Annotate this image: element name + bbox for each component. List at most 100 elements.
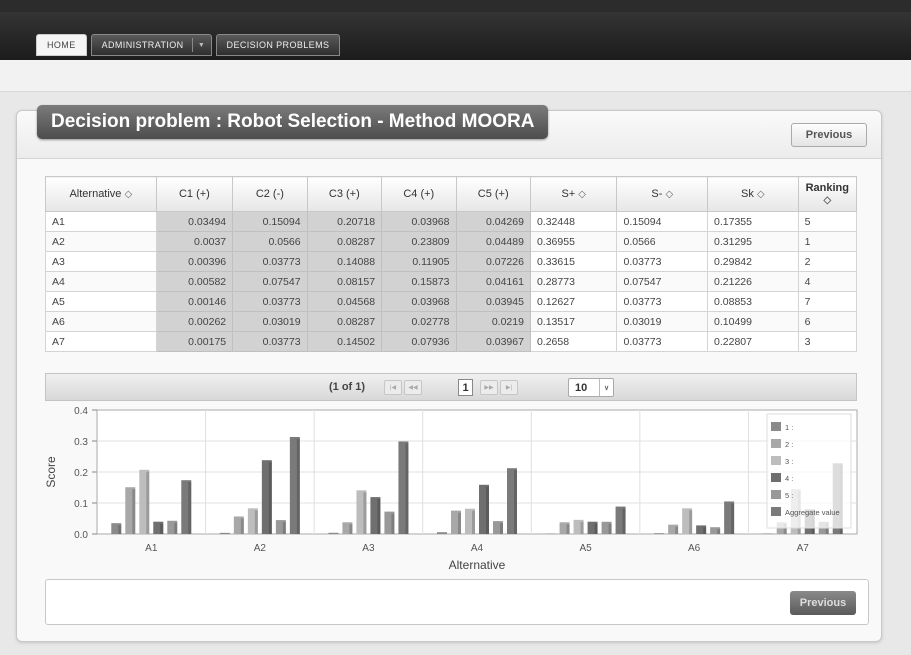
bar-shadow	[608, 523, 612, 534]
sort-icon[interactable]: ◇	[125, 189, 133, 200]
table-cell: 0.0566	[232, 231, 308, 252]
table-cell: 0.20718	[306, 211, 383, 232]
legend-swatch	[771, 456, 781, 465]
column-header[interactable]: C5 (+)	[455, 176, 531, 212]
chevron-down-icon[interactable]: ▼	[197, 42, 207, 49]
x-tick-label: A5	[579, 543, 592, 554]
column-header[interactable]: S- ◇	[616, 176, 709, 212]
column-header-label: S-	[651, 188, 663, 200]
legend-label: 2 :	[785, 440, 793, 449]
bar	[437, 532, 447, 534]
column-header-label: S+	[561, 188, 576, 200]
column-header[interactable]: Sk ◇	[707, 176, 799, 212]
table-row[interactable]: A4 0.00582 0.07547 0.08157 0.15873 0.04161 0.2…	[45, 271, 858, 292]
x-tick-label: A2	[254, 543, 267, 554]
table-cell: 0.03773	[232, 291, 308, 312]
table-cell: 0.03773	[616, 251, 709, 272]
table-cell: 0.15094	[232, 211, 308, 232]
nav-separator	[191, 38, 193, 52]
y-tick-label: 0.4	[74, 406, 88, 417]
column-header[interactable]: C2 (-)	[232, 176, 308, 212]
table-cell: 0.21226	[707, 271, 799, 292]
x-tick-label: A7	[797, 543, 810, 554]
sort-icon[interactable]: ◇	[757, 189, 765, 200]
y-tick-label: 0.3	[74, 437, 88, 448]
legend-swatch	[771, 439, 781, 448]
x-tick-label: A3	[362, 543, 375, 554]
bar-shadow	[566, 524, 570, 534]
table-row[interactable]: A6 0.00262 0.03019 0.08287 0.02778 0.0219 0.13…	[45, 311, 858, 332]
table-cell: 0.11905	[381, 251, 457, 272]
table-cell: 0.03968	[381, 291, 457, 312]
bar-shadow	[675, 526, 679, 534]
sort-icon[interactable]: ◇	[665, 189, 673, 200]
table-cell: 0.00396	[155, 251, 234, 272]
column-header[interactable]: S+ ◇	[529, 176, 618, 212]
bar-shadow	[377, 499, 381, 534]
table-cell: 0.32448	[529, 211, 618, 232]
table-cell: 0.15094	[616, 211, 709, 232]
table-cell: 2	[797, 251, 858, 272]
table-row[interactable]: A5 0.00146 0.03773 0.04568 0.03968 0.03945 0.1…	[45, 291, 858, 312]
nav-home[interactable]: HOME	[36, 34, 87, 56]
y-axis-label: Score	[44, 456, 58, 488]
table-cell: 0.08853	[707, 291, 799, 312]
table-cell: 0.31295	[707, 231, 799, 252]
table-cell: 0.14088	[306, 251, 383, 272]
column-header[interactable]: Ranking ◇	[797, 176, 858, 212]
bar-shadow	[500, 523, 503, 534]
bar-shadow	[622, 508, 626, 534]
footer-box: Previous	[45, 579, 869, 625]
table-cell: 1	[797, 231, 858, 252]
bar-shadow	[472, 510, 475, 534]
legend-label: 4 :	[785, 474, 793, 483]
bar-shadow	[282, 522, 286, 534]
table-cell: 0.08287	[306, 311, 383, 332]
nav-decision-problems[interactable]: DECISION PROBLEMS	[215, 34, 341, 56]
sort-icon[interactable]: ◇	[823, 195, 831, 206]
column-header[interactable]: Alternative ◇	[45, 176, 157, 212]
nav-administration-label: ADMINISTRATION	[101, 40, 184, 50]
table-cell: 0.12627	[529, 291, 618, 312]
table-cell: 0.03773	[232, 251, 308, 272]
bar-shadow	[731, 503, 735, 534]
column-header-label: C5 (+)	[477, 188, 509, 200]
table-cell: 0.00146	[155, 291, 234, 312]
table-row[interactable]: A3 0.00396 0.03773 0.14088 0.11905 0.07226 0.3…	[45, 251, 858, 272]
table-cell: 0.07547	[616, 271, 709, 292]
table-cell: 0.29842	[707, 251, 799, 272]
column-header[interactable]: C3 (+)	[306, 176, 383, 212]
table-cell: 0.04269	[455, 211, 531, 232]
column-header-label: Sk	[741, 188, 754, 200]
table-cell: 0.07226	[455, 251, 531, 272]
x-axis-label: Alternative	[449, 558, 506, 572]
table-cell: 0.03019	[232, 311, 308, 332]
table-row[interactable]: A7 0.00175 0.03773 0.14502 0.07936 0.03967 0.2…	[45, 331, 858, 352]
bar-shadow	[160, 523, 164, 534]
nav-administration[interactable]: ADMINISTRATION ▼	[90, 34, 212, 56]
x-tick-label: A1	[145, 543, 158, 554]
legend-swatch	[771, 473, 781, 482]
table-cell: 0.03945	[455, 291, 531, 312]
previous-button-bottom[interactable]: Previous	[790, 591, 856, 615]
bar-shadow	[118, 525, 122, 534]
table-cell: 0.03773	[616, 291, 709, 312]
main-nav: HOME ADMINISTRATION ▼ DECISION PROBLEMS	[36, 34, 341, 56]
table-cell: 0.28773	[529, 271, 618, 292]
table-row[interactable]: A2 0.0037 0.0566 0.08287 0.23809 0.04489 0.369…	[45, 231, 858, 252]
table-cell: 0.04568	[306, 291, 383, 312]
bar-shadow	[188, 482, 192, 534]
table-cell: 0.03968	[381, 211, 457, 232]
bar-shadow	[174, 522, 178, 534]
column-header[interactable]: C4 (+)	[381, 176, 457, 212]
table-row[interactable]: A1 0.03494 0.15094 0.20718 0.03968 0.04269 0.3…	[45, 211, 858, 232]
y-tick-label: 0.1	[74, 499, 88, 510]
previous-button-top[interactable]: Previous	[791, 123, 867, 147]
column-header-label: C3 (+)	[328, 188, 360, 200]
bar	[654, 533, 665, 534]
table-cell: 0.0566	[616, 231, 709, 252]
table-cell: 0.33615	[529, 251, 618, 272]
column-header[interactable]: C1 (+)	[155, 176, 234, 212]
sort-icon[interactable]: ◇	[578, 189, 586, 200]
table-cell: 0.08287	[306, 231, 383, 252]
